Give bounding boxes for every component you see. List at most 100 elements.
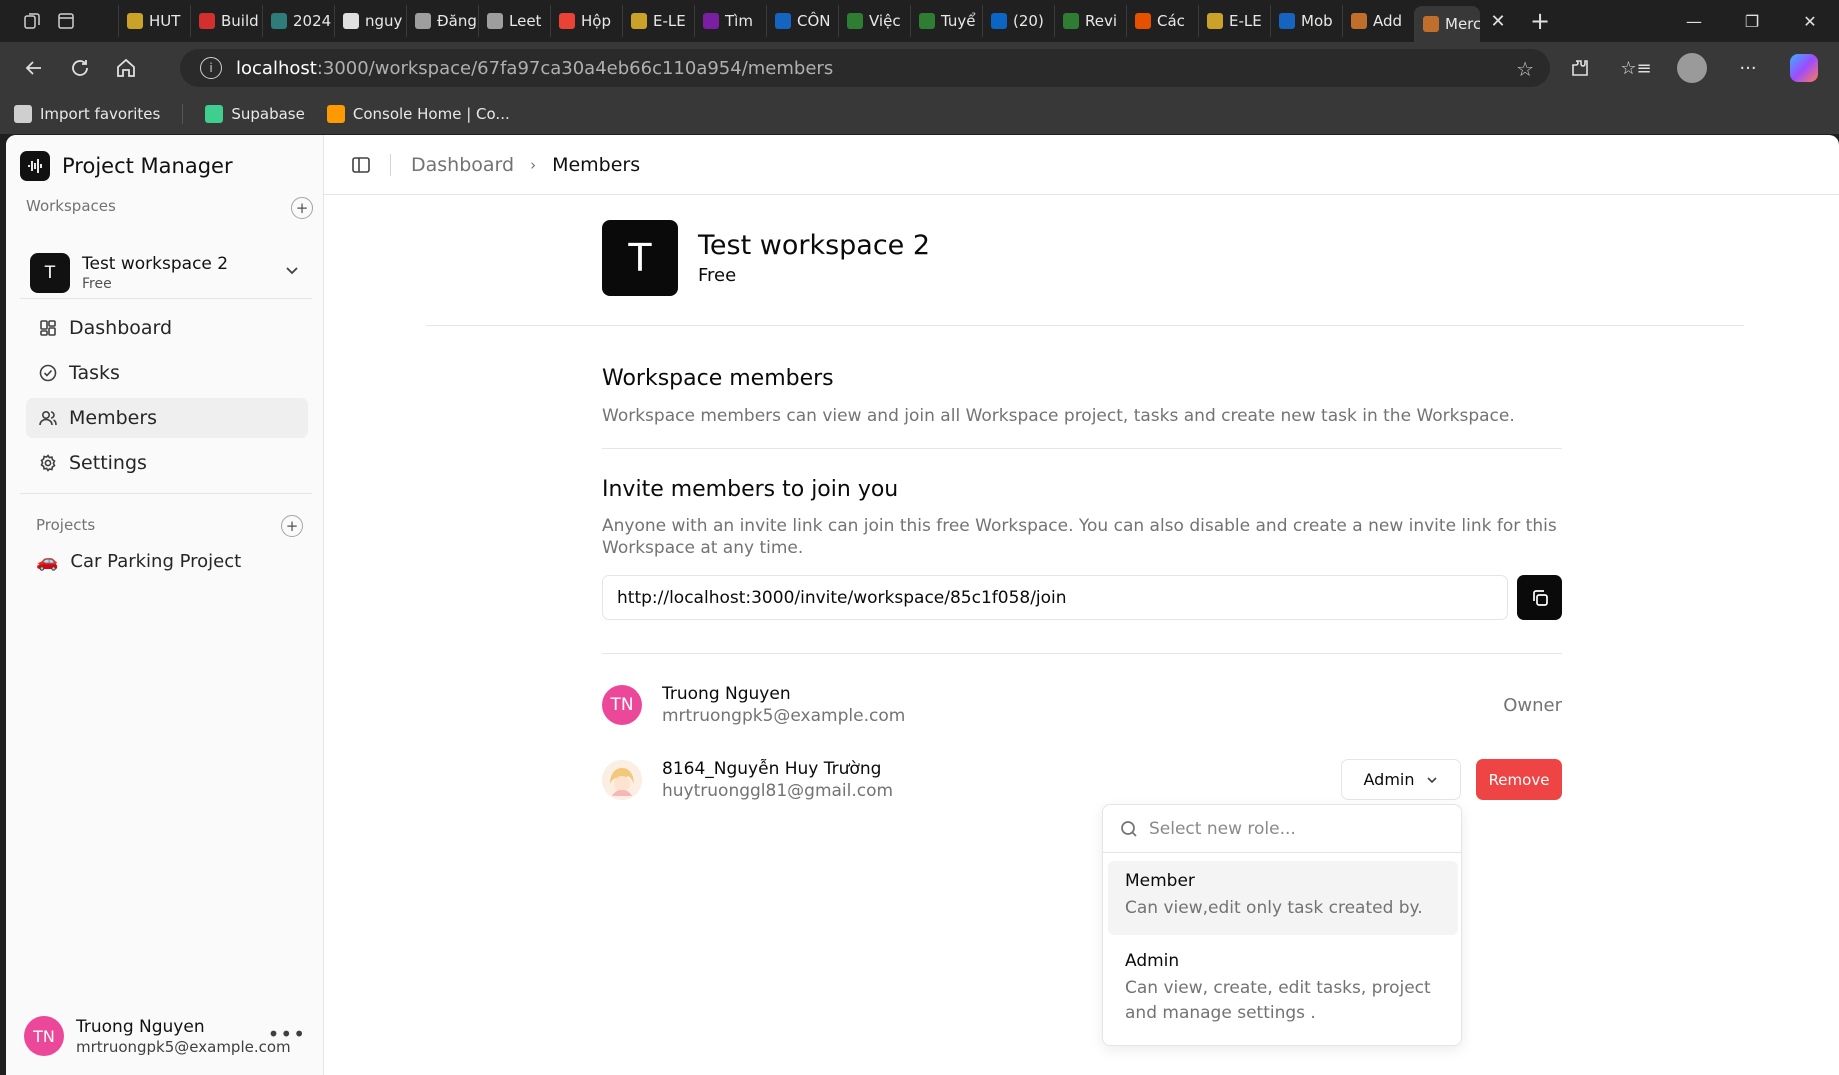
bookmark-item[interactable]: Import favorites	[14, 105, 160, 123]
projects-label: Projects	[36, 516, 96, 534]
tab-label: Add	[1373, 12, 1403, 30]
chevron-right-icon: ›	[530, 155, 537, 174]
home-icon[interactable]	[104, 48, 148, 88]
avatar: TN	[24, 1016, 64, 1056]
sidebar-item-members[interactable]: Members	[26, 398, 308, 438]
brand[interactable]: Project Manager	[20, 151, 233, 181]
browser-tab[interactable]: nguy	[334, 5, 406, 37]
member-name: 8164_Nguyễn Huy Trường	[662, 759, 882, 779]
role-option-admin[interactable]: Admin Can view, create, edit tasks, proj…	[1108, 941, 1458, 1041]
add-project-button[interactable]: +	[281, 515, 303, 537]
car-icon: 🚗	[36, 551, 59, 572]
tab-label: nguy	[365, 12, 403, 30]
divider	[20, 298, 312, 299]
brand-name: Project Manager	[62, 154, 233, 178]
bookmarks-bar: Import favorites Supabase Console Home | C…	[0, 94, 1839, 134]
workspace-switcher[interactable]: T Test workspace 2 Free	[26, 245, 314, 301]
copy-link-button[interactable]	[1517, 575, 1562, 620]
role-option-title: Admin	[1125, 951, 1180, 971]
close-tab-icon[interactable]: ✕	[1480, 5, 1516, 37]
minimize-icon[interactable]: —	[1665, 0, 1723, 42]
browser-tab[interactable]: Leet	[478, 5, 550, 37]
user-profile[interactable]: TN Truong Nguyen mrtruongpk5@example.com…	[24, 1010, 314, 1062]
browser-tab[interactable]: Revi	[1054, 5, 1126, 37]
bookmark-favicon-icon	[14, 105, 32, 123]
browser-tab[interactable]: Đăng	[406, 5, 478, 37]
members-icon	[39, 410, 57, 426]
browser-tab[interactable]: HUT	[118, 5, 190, 37]
new-tab-icon[interactable]: +	[1516, 5, 1564, 37]
role-select[interactable]: Admin	[1341, 759, 1461, 800]
tab-favicon-icon	[1423, 16, 1439, 32]
project-item[interactable]: 🚗 Car Parking Project	[36, 551, 241, 572]
tab-label: Các	[1157, 12, 1185, 30]
browser-tab[interactable]: E-LE	[622, 5, 694, 37]
sidebar-item-settings[interactable]: Settings	[26, 443, 308, 483]
workspace-avatar-large: T	[602, 220, 678, 296]
members-section-title: Workspace members	[602, 366, 834, 391]
tab-label: E-LE	[653, 12, 686, 30]
invite-link-field[interactable]: http://localhost:3000/invite/workspace/8…	[602, 575, 1508, 620]
workspace-plan: Free	[82, 276, 112, 292]
tab-label: Build	[221, 12, 259, 30]
user-email: mrtruongpk5@example.com	[76, 1037, 291, 1056]
favorite-star-icon[interactable]: ☆	[1516, 57, 1534, 81]
divider	[390, 153, 391, 176]
browser-tab[interactable]: CÔN	[766, 5, 838, 37]
role-option-description-line2: and manage settings .	[1125, 1003, 1316, 1023]
workspaces-icon[interactable]	[18, 7, 46, 35]
tab-actions-icon[interactable]	[52, 7, 80, 35]
browser-tab[interactable]: Merc	[1414, 6, 1480, 42]
member-role: Owner	[1503, 694, 1562, 716]
sidebar-item-label: Tasks	[69, 362, 120, 384]
sidebar-toggle-icon[interactable]	[350, 154, 372, 176]
tab-favicon-icon	[1135, 13, 1151, 29]
browser-tab[interactable]: 2024	[262, 5, 334, 37]
add-workspace-button[interactable]: +	[291, 197, 313, 219]
divider	[20, 493, 312, 494]
browser-tab[interactable]: (20)	[982, 5, 1054, 37]
url-bar[interactable]: i localhost:3000/workspace/67fa97ca30a4e…	[180, 49, 1550, 87]
browser-tab[interactable]: E-LE	[1198, 5, 1270, 37]
tab-label: Hộp	[581, 12, 611, 30]
bookmark-label: Supabase	[231, 105, 305, 123]
browser-tab[interactable]: Mob	[1270, 5, 1342, 37]
browser-tab[interactable]: Các	[1126, 5, 1198, 37]
bookmark-favicon-icon	[205, 105, 224, 123]
role-search[interactable]: Select new role...	[1103, 805, 1461, 853]
browser-tab[interactable]: Hộp	[550, 5, 622, 37]
browser-tab[interactable]: Build	[190, 5, 262, 37]
sidebar: Project Manager Workspaces + T Test work…	[6, 135, 324, 1075]
more-horizontal-icon[interactable]: •••	[268, 1022, 306, 1046]
settings-icon	[40, 454, 56, 472]
more-menu-icon[interactable]: ···	[1723, 48, 1773, 88]
remove-member-button[interactable]: Remove	[1476, 759, 1562, 800]
role-option-member[interactable]: Member Can view,edit only task created b…	[1108, 861, 1458, 935]
browser-tab[interactable]: Tìm	[694, 5, 766, 37]
divider	[426, 325, 1744, 326]
bookmark-item[interactable]: Console Home | Co...	[326, 105, 510, 123]
sidebar-item-dashboard[interactable]: Dashboard	[26, 308, 308, 348]
profile-icon[interactable]	[1667, 48, 1717, 88]
breadcrumb-dashboard[interactable]: Dashboard	[411, 154, 514, 176]
reload-icon[interactable]	[58, 48, 102, 88]
browser-tab[interactable]: Add	[1342, 5, 1414, 37]
restore-icon[interactable]: ❐	[1723, 0, 1781, 42]
browser-tab[interactable]: Tuyể	[910, 5, 982, 37]
window-close-icon[interactable]: ✕	[1781, 0, 1839, 42]
extensions-icon[interactable]	[1555, 48, 1605, 88]
bookmark-item[interactable]: Supabase	[205, 105, 305, 123]
tab-favicon-icon	[631, 13, 647, 29]
copilot-icon[interactable]	[1779, 48, 1829, 88]
tab-favicon-icon	[415, 13, 431, 29]
chevron-down-icon	[1426, 776, 1437, 783]
app-viewport: Project Manager Workspaces + T Test work…	[6, 135, 1839, 1075]
browser-tab[interactable]: Việc	[838, 5, 910, 37]
site-info-icon[interactable]: i	[200, 57, 222, 79]
tasks-icon	[39, 364, 57, 382]
role-search-placeholder: Select new role...	[1149, 818, 1296, 839]
favorites-icon[interactable]: ☆≡	[1611, 48, 1661, 88]
tab-label: Việc	[869, 12, 901, 30]
sidebar-item-tasks[interactable]: Tasks	[26, 353, 308, 393]
back-icon[interactable]	[12, 48, 56, 88]
